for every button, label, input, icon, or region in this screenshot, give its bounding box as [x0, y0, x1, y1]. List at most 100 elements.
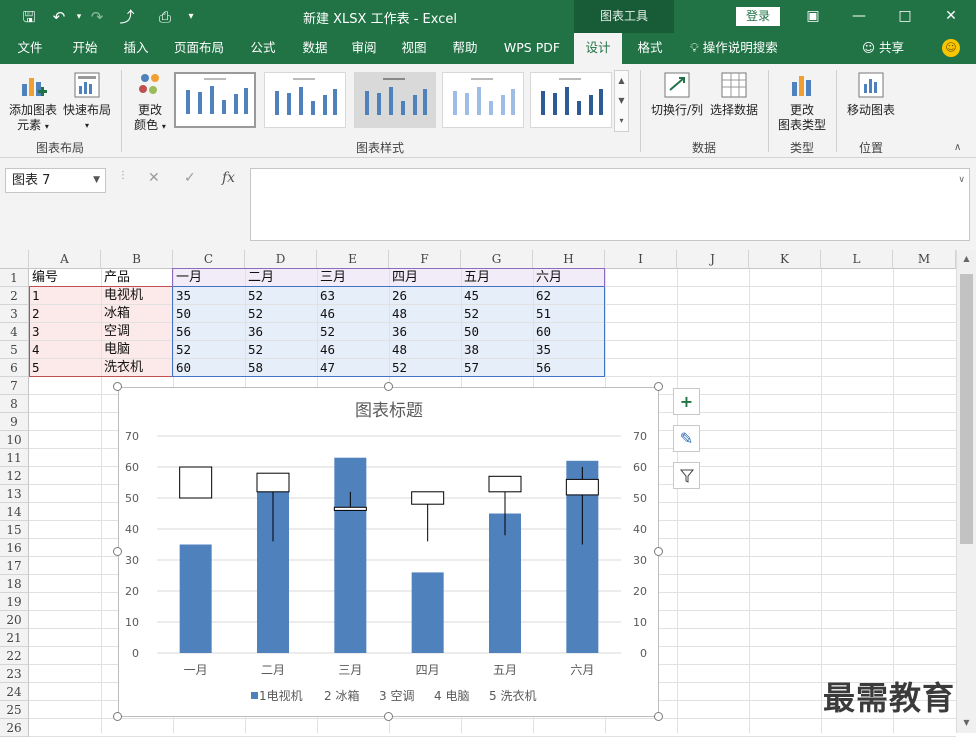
header-cell[interactable]: 一月 [173, 269, 245, 287]
table-cell[interactable]: 52 [245, 305, 317, 323]
column-header[interactable]: C [173, 250, 245, 269]
column-header[interactable]: I [605, 250, 677, 269]
expand-formula-icon[interactable]: ∨ [958, 175, 965, 185]
column-header[interactable]: G [461, 250, 533, 269]
row-header[interactable]: 1 [0, 269, 29, 287]
tab-review[interactable]: 审阅 [344, 33, 384, 64]
insert-function-icon[interactable]: fx [222, 170, 235, 186]
resize-handle[interactable] [654, 382, 663, 391]
table-cell[interactable]: 4 [29, 341, 101, 359]
select-all-corner[interactable] [0, 250, 29, 269]
tab-wps-pdf[interactable]: WPS PDF [496, 33, 568, 64]
table-cell[interactable]: 50 [461, 323, 533, 341]
table-cell[interactable]: 51 [533, 305, 605, 323]
row-header[interactable]: 20 [0, 611, 29, 629]
table-cell[interactable]: 2 [29, 305, 101, 323]
name-box[interactable]: 图表 7 ▼ [5, 168, 106, 193]
row-header[interactable]: 17 [0, 557, 29, 575]
column-header[interactable]: E [317, 250, 389, 269]
column-header[interactable]: B [101, 250, 173, 269]
table-cell[interactable]: 47 [317, 359, 389, 377]
column-header[interactable]: K [749, 250, 821, 269]
table-cell[interactable]: 52 [389, 359, 461, 377]
row-header[interactable]: 15 [0, 521, 29, 539]
chart-object[interactable]: 图表标题 0 0 10 10 20 20 30 30 40 40 50 50 60 60 70 70 一月 二月 三月… [118, 387, 659, 717]
chart-filters-icon[interactable] [673, 462, 700, 489]
table-cell[interactable]: 52 [245, 287, 317, 305]
scroll-thumb[interactable] [960, 274, 973, 544]
column-header[interactable]: D [245, 250, 317, 269]
table-cell[interactable]: 5 [29, 359, 101, 377]
table-cell[interactable]: 48 [389, 305, 461, 323]
resize-handle[interactable] [113, 382, 122, 391]
row-header[interactable]: 13 [0, 485, 29, 503]
tab-home[interactable]: 开始 [60, 33, 110, 64]
change-colors-button[interactable]: 更改 颜色 ▾ [128, 70, 172, 134]
table-cell[interactable]: 50 [173, 305, 245, 323]
table-cell[interactable]: 52 [317, 323, 389, 341]
row-header[interactable]: 19 [0, 593, 29, 611]
gallery-scroll[interactable]: ▲ ▼ ▾ [614, 70, 629, 132]
tab-help[interactable]: 帮助 [444, 33, 486, 64]
column-header[interactable]: M [893, 250, 956, 269]
ribbon-display-options-icon[interactable]: ▣ [790, 3, 836, 29]
row-header[interactable]: 22 [0, 647, 29, 665]
chart-style-thumb-1[interactable] [174, 72, 256, 128]
row-header[interactable]: 21 [0, 629, 29, 647]
resize-handle[interactable] [113, 547, 122, 556]
table-cell[interactable]: 35 [173, 287, 245, 305]
table-cell[interactable]: 3 [29, 323, 101, 341]
row-header[interactable]: 24 [0, 683, 29, 701]
table-cell[interactable]: 电脑 [101, 341, 173, 359]
maximize-button[interactable]: □ [882, 3, 928, 29]
header-cell[interactable]: 三月 [317, 269, 389, 287]
tab-view[interactable]: 视图 [394, 33, 434, 64]
table-cell[interactable]: 洗衣机 [101, 359, 173, 377]
row-header[interactable]: 10 [0, 431, 29, 449]
add-chart-element-button[interactable]: 添加图表 元素 ▾ [6, 70, 60, 134]
row-header[interactable]: 26 [0, 719, 29, 737]
row-header[interactable]: 23 [0, 665, 29, 683]
table-cell[interactable]: 48 [389, 341, 461, 359]
select-data-button[interactable]: 选择数据 [708, 70, 760, 118]
name-box-dropdown-icon[interactable]: ▼ [93, 169, 100, 192]
chart-elements-plus-icon[interactable]: + [673, 388, 700, 415]
formula-input[interactable]: ∨ [250, 168, 970, 241]
tab-insert[interactable]: 插入 [112, 33, 160, 64]
resize-handle[interactable] [113, 712, 122, 721]
table-cell[interactable]: 1 [29, 287, 101, 305]
tab-file[interactable]: 文件 [6, 33, 54, 64]
enter-icon[interactable]: ✓ [184, 170, 196, 186]
row-header[interactable]: 14 [0, 503, 29, 521]
table-cell[interactable]: 58 [245, 359, 317, 377]
table-cell[interactable]: 52 [173, 341, 245, 359]
table-cell[interactable]: 空调 [101, 323, 173, 341]
table-cell[interactable]: 电视机 [101, 287, 173, 305]
cancel-icon[interactable]: ✕ [148, 170, 160, 186]
tab-data[interactable]: 数据 [292, 33, 338, 64]
header-cell[interactable]: 六月 [533, 269, 605, 287]
row-header[interactable]: 11 [0, 449, 29, 467]
table-cell[interactable]: 56 [173, 323, 245, 341]
header-cell[interactable]: 二月 [245, 269, 317, 287]
row-header[interactable]: 3 [0, 305, 29, 323]
quick-layout-button[interactable]: 快速布局 ▾ [62, 70, 112, 133]
chart-style-thumb-2[interactable] [264, 72, 346, 128]
vertical-scrollbar[interactable]: ▲ ▼ [956, 250, 976, 733]
tab-format[interactable]: 格式 [628, 33, 672, 64]
column-header[interactable]: A [29, 250, 101, 269]
switch-row-column-button[interactable]: 切换行/列 [648, 70, 706, 118]
row-header[interactable]: 16 [0, 539, 29, 557]
resize-handle[interactable] [384, 382, 393, 391]
row-header[interactable]: 9 [0, 413, 29, 431]
column-header[interactable]: H [533, 250, 605, 269]
feedback-smiley-icon[interactable]: ☺ [942, 39, 960, 57]
gallery-down-icon[interactable]: ▼ [615, 91, 628, 111]
row-header[interactable]: 2 [0, 287, 29, 305]
row-header[interactable]: 5 [0, 341, 29, 359]
table-cell[interactable]: 36 [245, 323, 317, 341]
minimize-button[interactable]: — [836, 3, 882, 29]
tell-me-search[interactable]: 💡︎ 操作说明搜索 [690, 33, 778, 64]
table-cell[interactable]: 57 [461, 359, 533, 377]
table-cell[interactable]: 46 [317, 341, 389, 359]
